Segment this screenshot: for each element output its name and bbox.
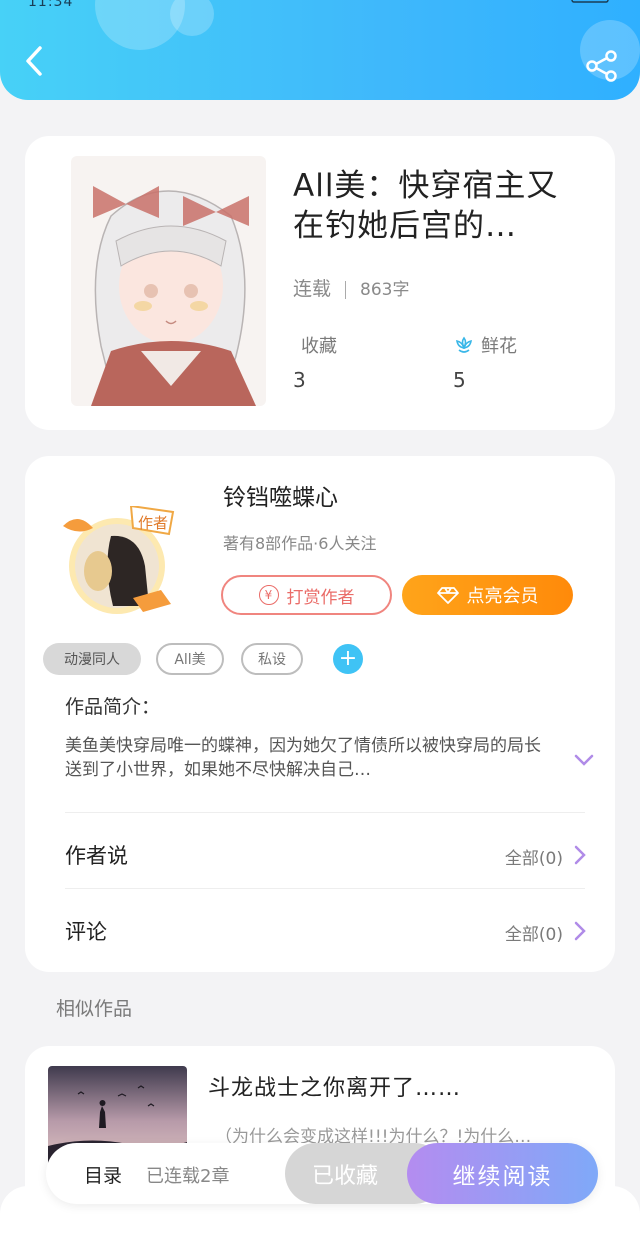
status-time: 11:34	[28, 0, 74, 10]
expand-chevron-icon[interactable]	[573, 752, 595, 768]
flower-icon	[456, 336, 472, 353]
intro-label: 作品简介：	[65, 696, 161, 718]
author-stats: 著有8部作品·6人关注	[223, 534, 377, 553]
flowers-count: 5	[453, 368, 466, 392]
tip-author-label: 打赏作者	[286, 587, 355, 608]
author-says-all[interactable]: 全部(0)	[505, 844, 563, 869]
author-says-label[interactable]: 作者说	[65, 840, 128, 870]
continue-reading-button[interactable]: 继续阅读	[407, 1143, 598, 1204]
chevron-right-icon[interactable]	[573, 845, 587, 865]
word-count: 863字	[360, 280, 410, 300]
chapter-count: 已连载2章	[146, 1166, 230, 1187]
back-chevron-icon[interactable]	[20, 44, 50, 78]
similar-title[interactable]: 斗龙战士之你离开了……	[208, 1070, 461, 1102]
comments-all[interactable]: 全部(0)	[505, 920, 563, 945]
chevron-right-icon[interactable]	[573, 921, 587, 941]
yen-icon: ¥	[258, 585, 279, 605]
favorites-label: 收藏	[301, 336, 337, 357]
book-meta: 连载 863字	[293, 274, 409, 301]
flowers-stat[interactable]: 鲜花	[453, 332, 517, 358]
similar-section-title: 相似作品	[56, 998, 133, 1020]
book-cover[interactable]	[71, 156, 266, 406]
add-tag-button[interactable]: +	[333, 644, 363, 674]
collected-label: 已收藏	[311, 1163, 378, 1189]
intro-text: 美鱼美快穿局唯一的蝶神，因为她欠了情债所以被快穿局的局长送到了小世界，如果她不尽…	[65, 736, 541, 780]
meta-divider	[345, 280, 347, 299]
bottom-action-bar: 目录 已连载2章 已收藏 继续阅读	[46, 1143, 598, 1204]
author-badge: 作者	[138, 514, 168, 532]
tip-author-button[interactable]: ¥ 打赏作者	[221, 575, 392, 615]
favorites-count: 3	[293, 368, 306, 392]
book-info-card: All美：快穿宿主又在钓她后宫的… 连载 863字 收藏 3 鲜花 5	[25, 136, 615, 430]
author-card: 作者 铃铛噬蝶心 著有8部作品·6人关注 ¥ 打赏作者 点亮会员 动漫同人 Al…	[25, 456, 615, 972]
top-header: 11:34	[0, 0, 640, 100]
divider	[65, 812, 585, 813]
tag-chip[interactable]: 动漫同人	[43, 643, 141, 675]
serial-status: 连载	[293, 278, 332, 300]
share-icon[interactable]	[584, 48, 620, 84]
book-title: All美：快穿宿主又在钓她后宫的…	[293, 168, 559, 244]
author-name[interactable]: 铃铛噬蝶心	[223, 478, 338, 512]
battery-icon	[571, 0, 609, 3]
tag-chip[interactable]: 私设	[241, 643, 303, 675]
vip-label: 点亮会员	[466, 586, 539, 607]
flowers-label: 鲜花	[481, 336, 517, 357]
vip-button[interactable]: 点亮会员	[402, 575, 573, 615]
tag-chip[interactable]: All美	[156, 643, 224, 675]
decor-bubble	[170, 0, 214, 36]
toc-button[interactable]: 目录	[84, 1161, 122, 1188]
divider	[65, 888, 585, 889]
diamond-icon	[436, 587, 459, 604]
comments-label[interactable]: 评论	[65, 916, 107, 946]
author-avatar[interactable]: 作者	[53, 504, 181, 616]
